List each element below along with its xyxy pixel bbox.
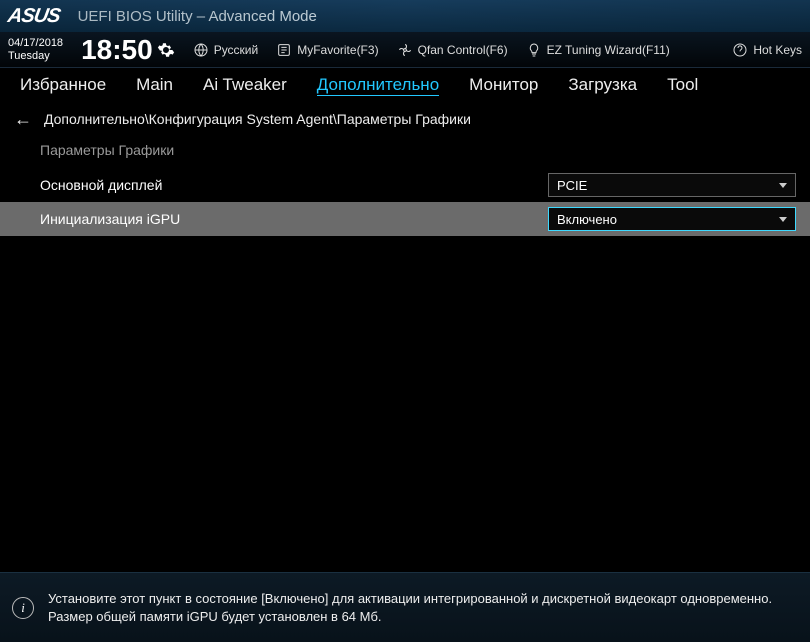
- time-block: 18:50: [81, 34, 175, 66]
- bulb-icon: [526, 42, 542, 58]
- back-arrow-icon[interactable]: ←: [14, 109, 32, 130]
- tab-aitweaker[interactable]: Ai Tweaker: [203, 75, 287, 95]
- setting-label: Основной дисплей: [40, 177, 548, 193]
- help-footer: i Установите этот пункт в состояние [Вкл…: [0, 572, 810, 642]
- tab-bar: Избранное Main Ai Tweaker Дополнительно …: [0, 68, 810, 102]
- breadcrumb: Дополнительно\Конфигурация System Agent\…: [44, 111, 471, 127]
- section-heading: Параметры Графики: [0, 136, 810, 168]
- hotkeys-button[interactable]: Hot Keys: [732, 42, 802, 58]
- language-selector[interactable]: Русский: [193, 42, 259, 58]
- igpu-init-dropdown[interactable]: Включено: [548, 207, 796, 231]
- chevron-down-icon: [779, 183, 787, 188]
- tab-tool[interactable]: Tool: [667, 75, 698, 95]
- tab-advanced[interactable]: Дополнительно: [317, 75, 439, 96]
- brand-logo: ASUS: [6, 5, 62, 28]
- breadcrumb-row: ← Дополнительно\Конфигурация System Agen…: [0, 102, 810, 136]
- help-line-1: Установите этот пункт в состояние [Включ…: [48, 590, 772, 608]
- globe-icon: [193, 42, 209, 58]
- app-title: UEFI BIOS Utility – Advanced Mode: [78, 8, 317, 25]
- myfavorite-label: MyFavorite(F3): [297, 43, 378, 57]
- gear-icon[interactable]: [157, 41, 175, 59]
- setting-label: Инициализация iGPU: [40, 211, 548, 227]
- day-text: Tuesday: [8, 50, 63, 62]
- setting-row-primary-display[interactable]: Основной дисплей PCIE: [0, 168, 810, 202]
- title-bar: ASUS UEFI BIOS Utility – Advanced Mode: [0, 0, 810, 32]
- tab-monitor[interactable]: Монитор: [469, 75, 538, 95]
- favorite-icon: [276, 42, 292, 58]
- tab-main[interactable]: Main: [136, 75, 173, 95]
- qfan-button[interactable]: Qfan Control(F6): [397, 42, 508, 58]
- myfavorite-button[interactable]: MyFavorite(F3): [276, 42, 378, 58]
- dropdown-value: PCIE: [557, 178, 587, 193]
- date-block: 04/17/2018 Tuesday: [8, 37, 63, 61]
- qfan-label: Qfan Control(F6): [418, 43, 508, 57]
- help-icon: [732, 42, 748, 58]
- primary-display-dropdown[interactable]: PCIE: [548, 173, 796, 197]
- meta-bar: 04/17/2018 Tuesday 18:50 Русский MyFavor…: [0, 32, 810, 68]
- hotkeys-label: Hot Keys: [753, 43, 802, 57]
- help-text: Установите этот пункт в состояние [Включ…: [48, 590, 772, 625]
- info-icon: i: [12, 597, 34, 619]
- fan-icon: [397, 42, 413, 58]
- help-line-2: Размер общей памяти iGPU будет установле…: [48, 608, 772, 626]
- tab-favorites[interactable]: Избранное: [20, 75, 106, 95]
- time-text: 18:50: [81, 34, 153, 66]
- dropdown-value: Включено: [557, 212, 617, 227]
- language-label: Русский: [214, 43, 259, 57]
- content-area: Параметры Графики Основной дисплей PCIE …: [0, 136, 810, 236]
- setting-row-igpu-init[interactable]: Инициализация iGPU Включено: [0, 202, 810, 236]
- tab-boot[interactable]: Загрузка: [568, 75, 637, 95]
- ezwizard-button[interactable]: EZ Tuning Wizard(F11): [526, 42, 670, 58]
- ezwizard-label: EZ Tuning Wizard(F11): [547, 43, 670, 57]
- chevron-down-icon: [779, 217, 787, 222]
- date-text: 04/17/2018: [8, 37, 63, 49]
